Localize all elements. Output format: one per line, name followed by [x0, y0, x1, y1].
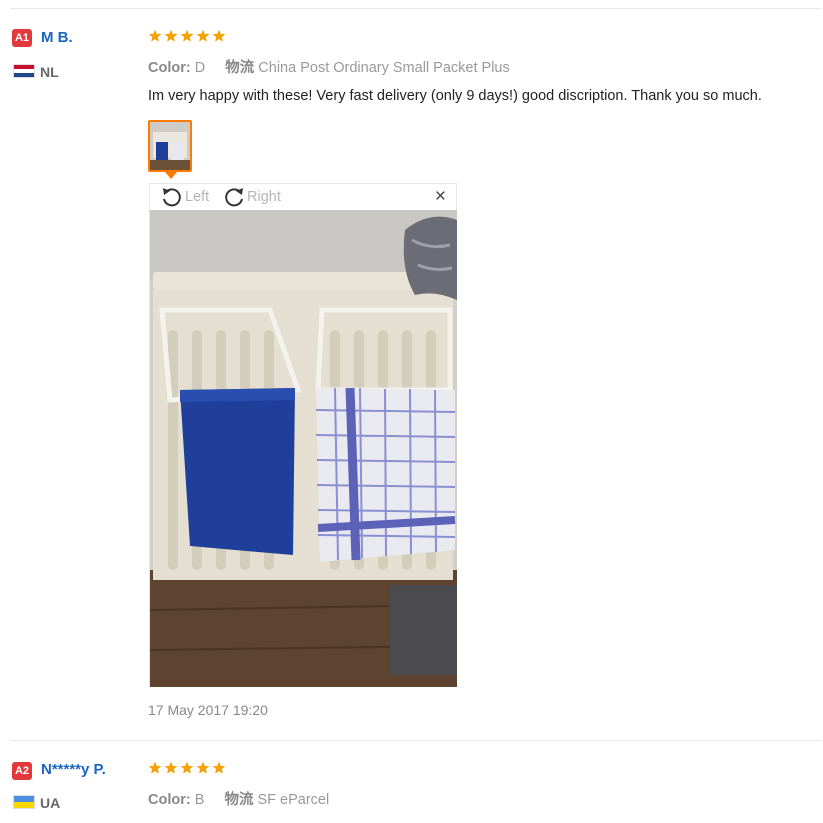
rotate-left-label: Left: [185, 189, 210, 205]
thumbnail-caret: [165, 172, 177, 179]
rotate-left-button[interactable]: Left: [160, 186, 209, 208]
level-badge: A2: [12, 762, 32, 780]
flag-ua-icon: [13, 795, 35, 809]
level-badge: A1: [12, 29, 32, 47]
star-rating: [148, 761, 226, 775]
rotate-right-label: Right: [247, 189, 281, 205]
star-icon: [212, 29, 226, 42]
color-value: D: [194, 60, 206, 76]
star-rating: [148, 29, 226, 43]
flag-nl-icon: [13, 64, 35, 78]
country-code: NL: [40, 64, 59, 80]
star-icon: [148, 761, 162, 774]
rotate-left-icon: [163, 188, 181, 207]
star-icon: [164, 761, 178, 774]
star-icon: [164, 29, 178, 42]
order-info: Color: D 物流 China Post Ordinary Small Pa…: [148, 56, 510, 77]
rotate-right-button[interactable]: Right: [222, 186, 281, 208]
review-divider: [10, 740, 822, 741]
reviewer-name[interactable]: N*****y P.: [41, 761, 106, 778]
shipping-value: China Post Ordinary Small Packet Plus: [258, 60, 510, 76]
review-photo: [150, 210, 457, 687]
photo-viewer: Left Right ×: [149, 183, 457, 687]
color-value: B: [194, 792, 205, 808]
reviewer-name[interactable]: M B.: [41, 29, 73, 46]
star-icon: [180, 761, 194, 774]
star-icon: [196, 761, 210, 774]
close-icon[interactable]: ×: [435, 187, 446, 207]
review-date: 17 May 2017 19:20: [148, 702, 268, 718]
top-divider: [10, 8, 822, 9]
order-info: Color: B 物流 SF eParcel: [148, 788, 329, 809]
color-label: Color:: [148, 792, 191, 808]
star-icon: [212, 761, 226, 774]
shipping-label: 物流: [225, 60, 255, 76]
rotate-right-icon: [225, 188, 243, 207]
shipping-value: SF eParcel: [257, 792, 330, 808]
star-icon: [196, 29, 210, 42]
star-icon: [148, 29, 162, 42]
star-icon: [180, 29, 194, 42]
review-photo-thumbnail[interactable]: [148, 120, 192, 172]
review-text: Im very happy with these! Very fast deli…: [148, 88, 762, 104]
country-code: UA: [40, 795, 61, 811]
shipping-label: 物流: [224, 792, 254, 808]
viewer-toolbar: Left Right ×: [150, 184, 456, 210]
color-label: Color:: [148, 60, 191, 76]
